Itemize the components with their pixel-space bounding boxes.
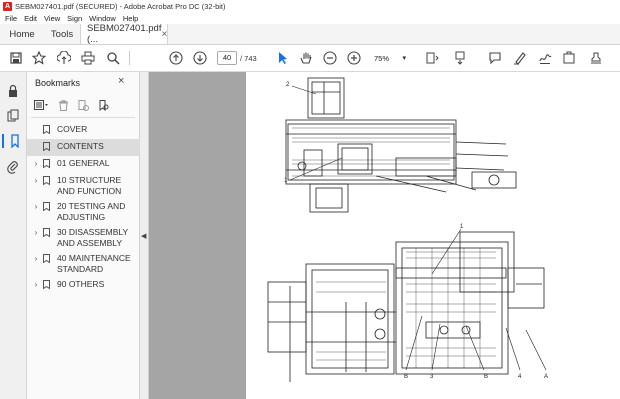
bookmark-star-icon[interactable] [31, 50, 47, 66]
bookmark-icon [43, 176, 53, 188]
bookmark-label: 30 DISASSEMBLY AND ASSEMBLY [57, 227, 129, 248]
chevron-right-icon[interactable]: › [31, 227, 41, 238]
callout-label: 1 [460, 224, 464, 230]
bookmark-20-testing[interactable]: › 20 TESTING AND ADJUSTING [27, 199, 140, 225]
new-bookmark-icon[interactable] [75, 98, 91, 112]
panel-title: Bookmarks [35, 78, 81, 88]
chevron-right-icon[interactable]: › [31, 253, 41, 264]
bookmark-label: 10 STRUCTURE AND FUNCTION [57, 175, 122, 196]
bookmark-90-others[interactable]: › 90 OTHERS [27, 277, 140, 294]
menu-view[interactable]: View [44, 14, 60, 23]
menu-sign[interactable]: Sign [67, 14, 82, 23]
window-title: SEBM027401.pdf (SECURED) - Adobe Acrobat… [15, 1, 226, 11]
menu-edit[interactable]: Edit [24, 14, 37, 23]
menu-help[interactable]: Help [123, 14, 138, 23]
left-rail [0, 72, 27, 399]
close-icon[interactable]: × [118, 75, 124, 87]
page-gutter [149, 72, 246, 399]
bookmark-label: CONTENTS [57, 141, 104, 151]
select-cursor-icon[interactable] [275, 50, 291, 66]
page-up-icon[interactable] [168, 50, 184, 66]
tab-document-label: SEBM027401.pdf (... [87, 23, 162, 45]
tab-tools[interactable]: Tools [44, 24, 80, 44]
engine-drawing: 2 1 1 B 3 B 4 A [267, 77, 548, 382]
hand-icon[interactable] [298, 50, 314, 66]
bookmark-40-maintenance[interactable]: › 40 MAINTENANCE STANDARD [27, 251, 140, 277]
tab-home[interactable]: Home [0, 24, 44, 44]
bookmark-icon [43, 202, 53, 214]
bookmark-30-disassembly[interactable]: › 30 DISASSEMBLY AND ASSEMBLY [27, 225, 140, 251]
panel-toolbar [31, 96, 136, 114]
page-down-icon[interactable] [192, 50, 208, 66]
toolbar-divider [129, 51, 130, 65]
bookmark-label: 90 OTHERS [57, 279, 105, 289]
callout-label: 4 [518, 374, 522, 380]
sign-icon[interactable] [537, 50, 553, 66]
close-tab-icon[interactable]: × [161, 29, 167, 40]
stamp-icon[interactable] [588, 50, 604, 66]
zoom-out-icon[interactable] [322, 50, 338, 66]
delete-icon[interactable] [55, 98, 71, 112]
print-icon[interactable] [80, 50, 96, 66]
title-bar: A SEBM027401.pdf (SECURED) - Adobe Acrob… [0, 0, 620, 12]
toolbar: 40 / 743 75% ▾ [0, 45, 620, 72]
collapse-panel-icon[interactable]: ◀ [141, 232, 146, 240]
menu-window[interactable]: Window [89, 14, 116, 23]
pages-icon[interactable] [6, 109, 20, 123]
bookmark-label: 40 MAINTENANCE STANDARD [57, 253, 131, 274]
pdf-page: 2 1 1 B 3 B 4 A [246, 72, 620, 399]
bookmark-contents[interactable]: CONTENTS [27, 139, 140, 156]
menu-file[interactable]: File [5, 14, 17, 23]
callout-label: 1 [284, 178, 288, 184]
attachments-icon[interactable] [6, 160, 20, 174]
chevron-right-icon[interactable]: › [31, 175, 41, 186]
bookmark-icon [43, 125, 53, 137]
bookmark-label: 20 TESTING AND ADJUSTING [57, 201, 126, 222]
upload-icon[interactable] [56, 50, 72, 66]
share-icon[interactable] [561, 50, 577, 66]
lock-icon[interactable] [6, 84, 20, 98]
callout-label: A [544, 374, 548, 380]
bookmark-icon [43, 142, 53, 154]
document-area[interactable]: 2 1 1 B 3 B 4 A [149, 72, 620, 399]
callout-label: B [484, 374, 488, 380]
bookmark-list: COVER CONTENTS › 01 GENERAL › 10 STRUCTU… [27, 122, 140, 294]
highlight-icon[interactable] [512, 50, 528, 66]
zoom-value: 75% [374, 53, 390, 63]
bookmark-icon [43, 280, 53, 292]
tab-document[interactable]: SEBM027401.pdf (... × [80, 23, 168, 45]
bookmarks-panel: Bookmarks × COVER CONTENTS › 01 GENERAL … [27, 72, 140, 399]
bookmark-icon [43, 159, 53, 171]
zoom-in-icon[interactable] [346, 50, 362, 66]
bookmark-icon [43, 228, 53, 240]
chevron-right-icon[interactable]: › [31, 201, 41, 212]
bookmark-search-icon[interactable] [95, 98, 111, 112]
page-number-input[interactable]: 40 [217, 51, 237, 65]
panel-splitter[interactable]: ◀ [140, 72, 149, 399]
bookmark-10-structure[interactable]: › 10 STRUCTURE AND FUNCTION [27, 173, 140, 199]
bookmark-icon [43, 254, 53, 266]
save-cloud-icon[interactable] [8, 50, 24, 66]
page-total: / 743 [240, 54, 257, 63]
chevron-right-icon[interactable]: › [31, 158, 41, 169]
bookmark-label: 01 GENERAL [57, 158, 110, 168]
bookmark-01-general[interactable]: › 01 GENERAL [27, 156, 140, 173]
callout-label: 3 [430, 374, 434, 380]
zoom-select[interactable]: 75% ▾ [372, 51, 408, 65]
options-menu-icon[interactable] [31, 98, 51, 112]
search-icon[interactable] [105, 50, 121, 66]
tab-bar: Home Tools SEBM027401.pdf (... × [0, 23, 620, 45]
panel-divider [31, 117, 135, 118]
callout-label: B [404, 374, 408, 380]
chevron-right-icon[interactable]: › [31, 279, 41, 290]
bookmarks-icon[interactable] [2, 134, 22, 149]
bookmark-label: COVER [57, 124, 88, 134]
fit-page-icon[interactable] [424, 50, 440, 66]
acrobat-icon: A [3, 1, 12, 11]
bookmark-cover[interactable]: COVER [27, 122, 140, 139]
chevron-down-icon: ▾ [402, 55, 406, 62]
callout-label: 2 [286, 82, 290, 88]
comment-icon[interactable] [487, 50, 503, 66]
scroll-icon[interactable] [452, 50, 468, 66]
